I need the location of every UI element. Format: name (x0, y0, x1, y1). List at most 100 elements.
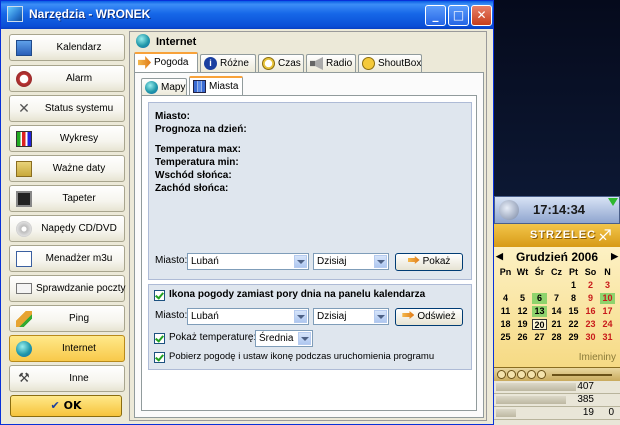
forward-button[interactable] (537, 370, 546, 379)
calendar-day[interactable]: 14 (549, 306, 564, 317)
minimize-button[interactable]: _ (425, 5, 446, 26)
tab-mapy[interactable]: Mapy (141, 78, 187, 96)
city-select-2[interactable]: Lubań (187, 308, 309, 325)
day-select-2[interactable]: Dzisiaj (313, 308, 389, 325)
sidebar-item-internet[interactable]: Internet (9, 335, 125, 362)
tab-pogoda[interactable]: Pogoda (134, 52, 198, 73)
calendar-day[interactable]: 2 (583, 280, 598, 291)
title-bar[interactable]: Narzędzia - WRONEK _ □ ✕ (1, 1, 493, 29)
next-month-icon[interactable]: ▶ (611, 251, 618, 262)
sagittarius-icon: ♐ (597, 226, 612, 245)
sidebar-item-label: Wykresy (59, 133, 99, 144)
stat-value: 385 (577, 394, 594, 405)
calendar-day[interactable]: 30 (583, 332, 598, 343)
city-icon (193, 80, 206, 93)
calendar-day[interactable]: 24 (600, 319, 615, 330)
chevron-down-icon[interactable] (294, 255, 307, 268)
prev-month-icon[interactable]: ◀ (496, 251, 503, 262)
calendar-day[interactable]: 12 (515, 306, 530, 317)
weekday-header: Wt (516, 267, 529, 277)
calendar-day[interactable]: 20 (532, 319, 547, 330)
stat-bar (496, 383, 576, 391)
calendar-day[interactable]: 15 (566, 306, 581, 317)
calendar-day[interactable]: 6 (532, 293, 547, 304)
calendar-day[interactable]: 21 (549, 319, 564, 330)
stop-button[interactable] (527, 370, 536, 379)
media-controls (494, 367, 620, 382)
calendar-day[interactable]: 27 (532, 332, 547, 343)
calendar-day[interactable]: 1 (566, 280, 581, 291)
weather-icon-checkbox[interactable] (154, 290, 165, 301)
play-button[interactable] (507, 370, 516, 379)
tab-czas[interactable]: Czas (258, 54, 304, 72)
tab-radio[interactable]: Radio (306, 54, 356, 72)
chevron-down-icon[interactable] (298, 332, 311, 345)
content-panel: Internet Pogoda i Różne Czas Radio ShoutB… (129, 31, 487, 421)
calendar-day[interactable]: 4 (498, 293, 513, 304)
calendar-day[interactable]: 9 (583, 293, 598, 304)
sidebar-item-tapeter[interactable]: Tapeter (9, 185, 125, 212)
sidebar-item-status-systemu[interactable]: ✕ Status systemu (9, 95, 125, 122)
tab-label: Radio (326, 58, 353, 69)
city-select[interactable]: Lubań (187, 253, 309, 270)
tab-page-pogoda: Mapy Miasta Miasto: Prognoza na dzień: T… (134, 72, 484, 418)
tab-miasta[interactable]: Miasta (189, 76, 243, 97)
maximize-button[interactable]: □ (448, 5, 469, 26)
close-button[interactable]: ✕ (471, 5, 492, 26)
sidebar-item-sprawdzanie-poczty[interactable]: Sprawdzanie poczty (9, 275, 126, 302)
city-select-label-2: Miasto: (155, 310, 188, 321)
calendar-day[interactable]: 26 (515, 332, 530, 343)
rewind-button[interactable] (497, 370, 506, 379)
tab-rozne[interactable]: i Różne (200, 54, 256, 72)
show-temp-checkbox[interactable] (154, 333, 165, 344)
calendar-day[interactable]: 28 (549, 332, 564, 343)
calendar-day[interactable]: 5 (515, 293, 530, 304)
volume-slider[interactable] (552, 374, 612, 376)
calendar-day[interactable]: 16 (583, 306, 598, 317)
show-button[interactable]: Pokaż (395, 253, 463, 271)
temp-type-select[interactable]: Średnia (255, 330, 313, 347)
weekday-header: N (604, 267, 611, 277)
sidebar-item-inne[interactable]: ⚒ Inne (9, 365, 125, 392)
system-stats: 407 385 19 0 (494, 381, 620, 425)
sidebar-item-wykresy[interactable]: Wykresy (9, 125, 125, 152)
pause-button[interactable] (517, 370, 526, 379)
sidebar-item-wazne-daty[interactable]: Ważne daty (9, 155, 125, 182)
panel-title: Internet (156, 36, 197, 48)
sidebar-item-kalendarz[interactable]: Kalendarz (9, 34, 125, 61)
sidebar-item-label: Alarm (65, 73, 93, 84)
arrow-down-icon[interactable] (608, 198, 618, 206)
calendar-day[interactable]: 3 (600, 280, 615, 291)
calendar-day[interactable]: 19 (515, 319, 530, 330)
temp-min-label: Temperatura min: (155, 157, 239, 168)
chevron-down-icon[interactable] (374, 310, 387, 323)
sidebar-item-ping[interactable]: Ping (9, 305, 125, 332)
calendar-day[interactable]: 31 (600, 332, 615, 343)
name-day-label[interactable]: Imieniny (579, 352, 616, 363)
sidebar-item-napedy-cd-dvd[interactable]: Napędy CD/DVD (9, 215, 125, 242)
calendar-day[interactable]: 8 (566, 293, 581, 304)
calendar: ◀ Grudzień 2006 ▶ Pn Wt Śr Cz Pt So N 1 2 3 4 5 6 7 8 9… (494, 247, 620, 367)
fetch-on-start-checkbox[interactable] (154, 352, 165, 363)
sidebar-item-alarm[interactable]: Alarm (9, 65, 125, 92)
calendar-day[interactable]: 13 (532, 306, 547, 317)
info-icon: i (204, 57, 217, 70)
calendar-day[interactable]: 29 (566, 332, 581, 343)
calendar-day[interactable]: 18 (498, 319, 513, 330)
sidebar-item-menadzer-m3u[interactable]: Menadżer m3u (9, 245, 125, 272)
calendar-day[interactable]: 17 (600, 306, 615, 317)
refresh-button[interactable]: Odśwież (395, 308, 463, 326)
calendar-day[interactable]: 10 (600, 293, 615, 304)
calendar-day[interactable]: 23 (583, 319, 598, 330)
tab-shoutbox[interactable]: ShoutBox (358, 54, 422, 72)
weather-settings-group: Ikona pogody zamiast pory dnia na panelu… (148, 284, 472, 370)
day-select[interactable]: Dzisiaj (313, 253, 389, 270)
calendar-day[interactable]: 22 (566, 319, 581, 330)
chevron-down-icon[interactable] (294, 310, 307, 323)
chevron-down-icon[interactable] (374, 255, 387, 268)
ok-button[interactable]: ✔ OK (10, 395, 122, 417)
calendar-day[interactable]: 11 (498, 306, 513, 317)
calendar-day[interactable]: 7 (549, 293, 564, 304)
calendar-day[interactable]: 25 (498, 332, 513, 343)
forecast-day-label: Prognoza na dzień: (155, 124, 247, 135)
